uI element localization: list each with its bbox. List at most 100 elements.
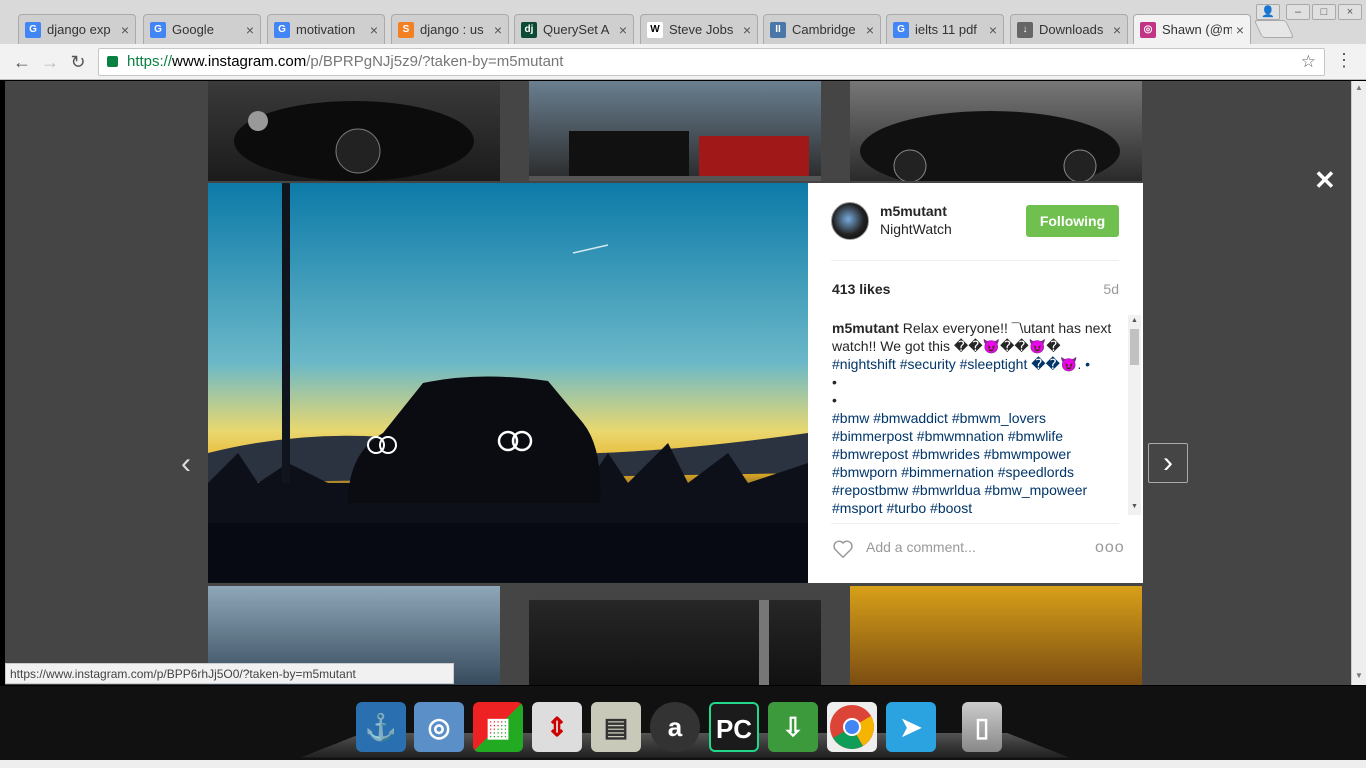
- caption-username[interactable]: m5mutant: [832, 320, 899, 336]
- post-photo: [208, 183, 808, 583]
- browser-tab[interactable]: Gmotivation ×: [267, 14, 385, 44]
- minimize-icon[interactable]: –: [1286, 4, 1310, 20]
- profile-icon[interactable]: 👤: [1256, 4, 1280, 20]
- tab-close-icon[interactable]: ×: [1236, 22, 1244, 38]
- next-post-arrow-icon[interactable]: ›: [1148, 443, 1188, 483]
- screen-bottom-edge: [0, 760, 1366, 768]
- browser-tab[interactable]: Gielts 11 pdf ×: [886, 14, 1004, 44]
- scroll-up-icon[interactable]: ▲: [1355, 83, 1363, 92]
- divider: [831, 523, 1119, 524]
- calculator-icon[interactable]: ▤: [591, 702, 641, 752]
- tab-label: Shawn (@m: [1162, 22, 1232, 37]
- grid-thumbnail[interactable]: [529, 586, 821, 685]
- browser-tab[interactable]: Sdjango : us ×: [391, 14, 509, 44]
- tab-close-icon[interactable]: ×: [246, 22, 254, 38]
- tab-favicon-icon: W: [647, 21, 663, 38]
- maximize-icon[interactable]: □: [1312, 4, 1336, 20]
- tab-label: motivation: [296, 22, 356, 37]
- tab-label: Steve Jobs: [669, 22, 734, 37]
- grid-thumbnail[interactable]: [850, 81, 1142, 181]
- tab-favicon-icon: G: [25, 21, 41, 38]
- office-icon[interactable]: ▦: [473, 702, 523, 752]
- window-close-icon[interactable]: ×: [1338, 4, 1362, 20]
- tab-label: Cambridge: [792, 22, 856, 37]
- browser-tab[interactable]: ↓ Downloads ×: [1010, 14, 1128, 44]
- prev-post-arrow-icon[interactable]: ‹: [181, 447, 191, 481]
- tab-favicon-icon: G: [893, 21, 909, 38]
- divider: [831, 260, 1119, 261]
- post-side-panel: m5mutant NightWatch Following 413 likes …: [808, 183, 1143, 583]
- grid-thumbnail[interactable]: [208, 81, 500, 181]
- caption: m5mutant Relax everyone!! ¯\utant has ne…: [832, 319, 1124, 515]
- scroll-thumb[interactable]: [1130, 329, 1139, 365]
- following-button[interactable]: Following: [1026, 205, 1119, 237]
- page-scrollbar[interactable]: ▲ ▼: [1351, 81, 1366, 685]
- address-bar[interactable]: https://www.instagram.com/p/BPRPgNJj5z9/…: [98, 48, 1325, 76]
- amazon-icon[interactable]: a: [650, 702, 700, 752]
- chrome-menu-icon[interactable]: ⋮: [1335, 50, 1353, 71]
- bookmark-star-icon[interactable]: ☆: [1301, 49, 1316, 75]
- tab-favicon-icon: S: [398, 21, 414, 38]
- tab-close-icon[interactable]: ×: [1113, 22, 1121, 38]
- tab-close-icon[interactable]: ×: [494, 22, 502, 38]
- tab-favicon-icon: ↓: [1017, 21, 1033, 38]
- url-scheme: https://: [127, 53, 173, 70]
- pycharm-icon[interactable]: PC: [709, 702, 759, 752]
- new-tab-button[interactable]: [1253, 20, 1295, 38]
- caption-hashtags[interactable]: #bmw #bmwaddict #bmwm_lovers #bimmerpost…: [832, 410, 1087, 515]
- tab-label: django : us: [420, 22, 484, 37]
- heart-icon[interactable]: [832, 538, 854, 560]
- screenshot-icon[interactable]: ⇕: [532, 702, 582, 752]
- browser-tab[interactable]: G Google ×: [143, 14, 261, 44]
- tab-label: QuerySet A: [543, 22, 610, 37]
- browser-tab[interactable]: Gdjango exp ×: [18, 14, 136, 44]
- post-location[interactable]: NightWatch: [880, 221, 952, 237]
- tab-close-icon[interactable]: ×: [370, 22, 378, 38]
- avatar[interactable]: [831, 202, 869, 240]
- tab-close-icon[interactable]: ×: [743, 22, 751, 38]
- tab-close-icon[interactable]: ×: [989, 22, 997, 38]
- telegram-icon[interactable]: ➤: [886, 702, 936, 752]
- caption-hashtags[interactable]: #nightshift #security #sleeptight ��😈. •: [832, 356, 1090, 372]
- browser-tab[interactable]: W Steve Jobs ×: [640, 14, 758, 44]
- reload-icon[interactable]: ↻: [66, 50, 90, 74]
- tab-close-icon[interactable]: ×: [866, 22, 874, 38]
- comment-input[interactable]: Add a comment...: [866, 539, 976, 555]
- close-modal-icon[interactable]: ✕: [1314, 167, 1336, 193]
- tab-favicon-icon: G: [274, 21, 290, 38]
- scroll-up-icon[interactable]: ▲: [1131, 317, 1138, 324]
- back-arrow-icon[interactable]: ←: [10, 50, 34, 74]
- scroll-down-icon[interactable]: ▼: [1355, 671, 1363, 680]
- anchor-icon[interactable]: ⚓: [356, 702, 406, 752]
- browser-toolbar: ← → ↻ https://www.instagram.com/p/BPRPgN…: [0, 44, 1366, 80]
- caption-scrollbar[interactable]: ▲ ▼: [1128, 315, 1141, 515]
- tab-strip: Gdjango exp × G Google × Gmotivation × Sdjango …: [0, 0, 1366, 44]
- likes-count[interactable]: 413 likes: [832, 281, 890, 297]
- caption-dot: •: [832, 392, 837, 408]
- url-path: /p/BPRPgNJj5z9/?taken-by=m5mutant: [306, 53, 564, 70]
- tab-close-icon[interactable]: ×: [121, 22, 129, 38]
- download-manager-icon[interactable]: ⇩: [768, 702, 818, 752]
- post-age[interactable]: 5d: [1093, 281, 1119, 297]
- browser-tab[interactable]: II Cambridge ×: [763, 14, 881, 44]
- browser-tab[interactable]: dj QuerySet A ×: [514, 14, 634, 44]
- post-username[interactable]: m5mutant: [880, 203, 947, 219]
- tab-label: Google: [172, 22, 214, 37]
- grid-thumbnail[interactable]: [850, 586, 1142, 685]
- tab-favicon-icon: G: [150, 21, 166, 38]
- tab-close-icon[interactable]: ×: [619, 22, 627, 38]
- tab-label: ielts 11 pdf: [915, 22, 977, 37]
- more-options-icon[interactable]: ooo: [1095, 539, 1125, 557]
- lock-icon: [107, 56, 118, 67]
- grid-thumbnail[interactable]: [529, 81, 821, 181]
- forward-arrow-icon[interactable]: →: [38, 50, 62, 74]
- tab-label: Downloads: [1039, 22, 1104, 37]
- chrome-icon[interactable]: [827, 702, 877, 752]
- swirl-icon[interactable]: ◎: [414, 702, 464, 752]
- tab-favicon-icon: II: [770, 21, 786, 38]
- scroll-down-icon[interactable]: ▼: [1131, 503, 1138, 510]
- browser-tab[interactable]: ◎ Shawn (@m ×: [1133, 14, 1251, 44]
- caption-dot: •: [832, 374, 837, 390]
- trash-icon[interactable]: ▯: [962, 702, 1002, 752]
- tab-favicon-icon: ◎: [1140, 21, 1156, 38]
